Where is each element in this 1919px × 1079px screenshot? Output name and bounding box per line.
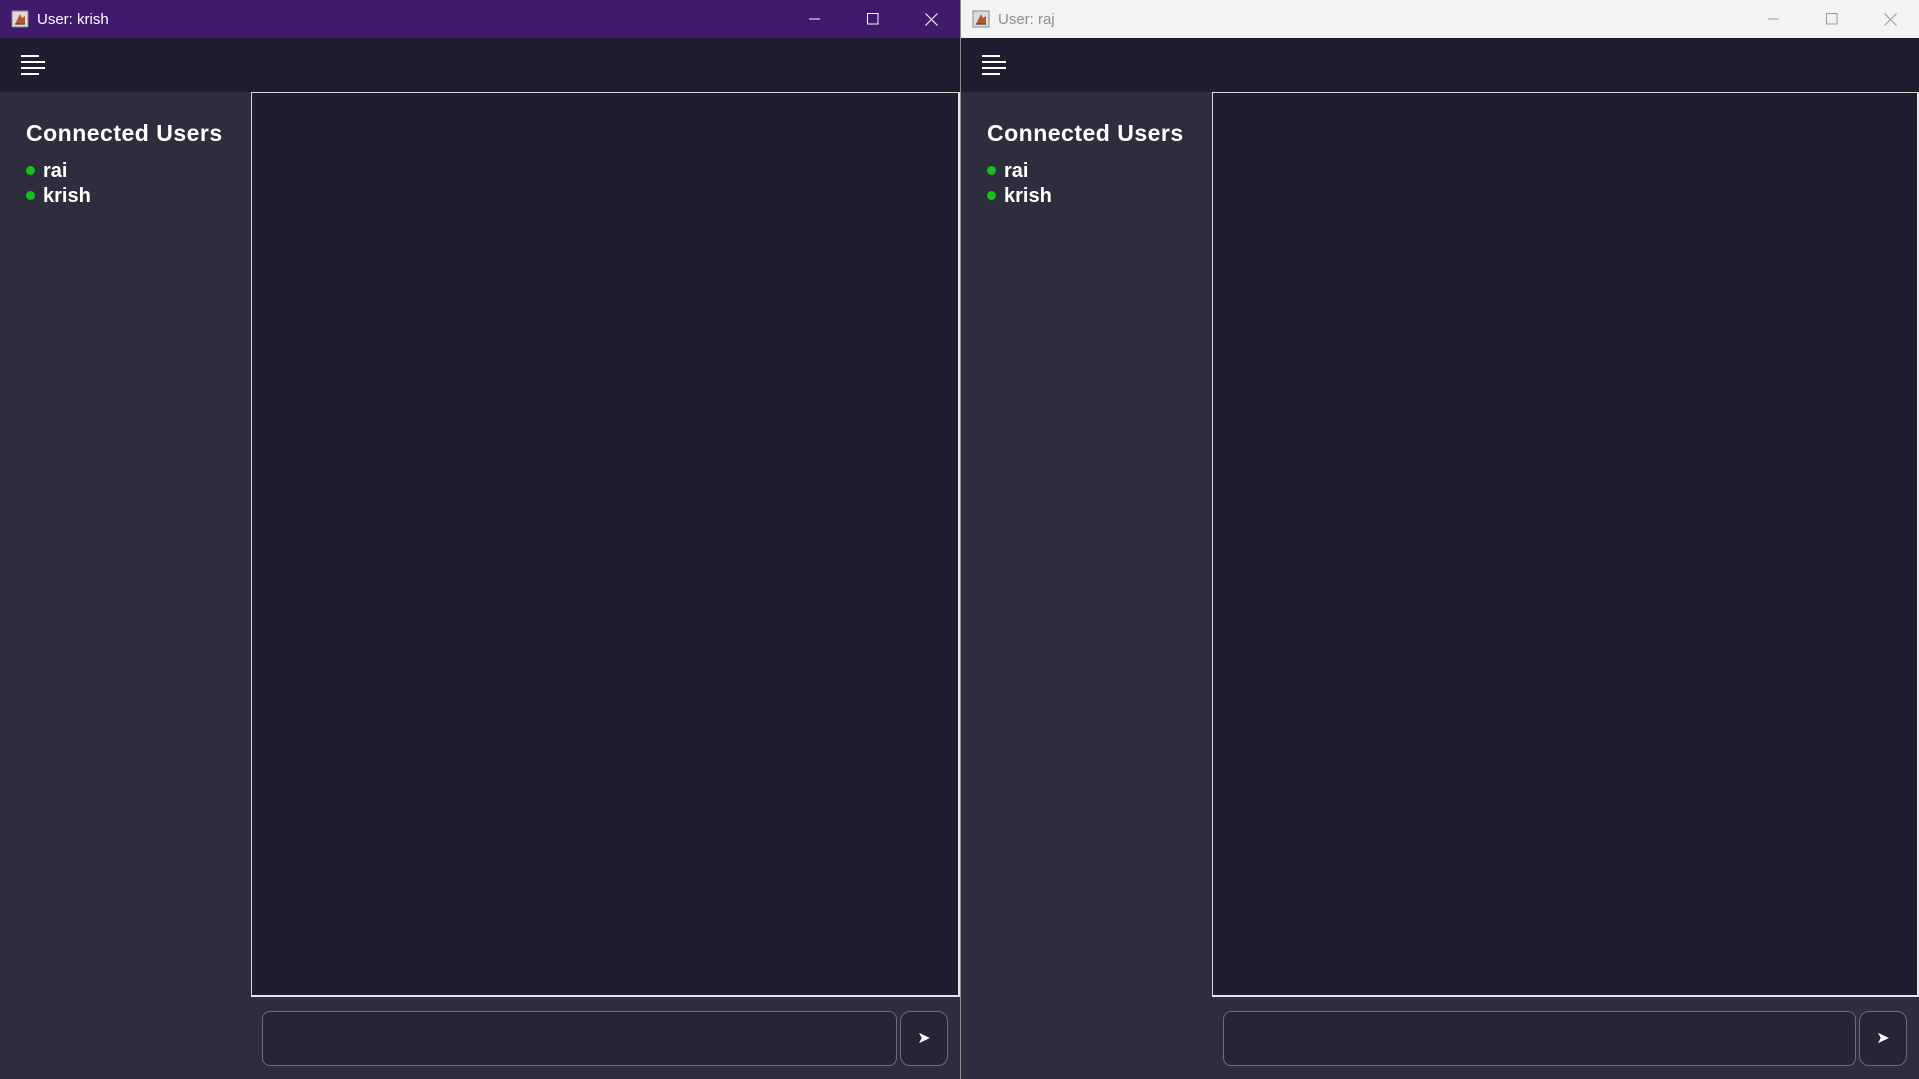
connected-users-sidebar: Connected Users rai krish	[961, 92, 1212, 1079]
java-app-icon	[970, 9, 991, 30]
send-button[interactable]: ➤	[900, 1010, 948, 1066]
online-status-icon	[26, 165, 35, 175]
hamburger-menu-button[interactable]	[981, 54, 1007, 76]
title-bar[interactable]: User: krish	[0, 0, 960, 38]
top-bar	[961, 38, 1919, 92]
send-arrow-icon: ➤	[917, 1030, 931, 1047]
send-button[interactable]: ➤	[1859, 1010, 1907, 1066]
window-title: User: krish	[37, 10, 109, 28]
hamburger-menu-icon	[21, 55, 45, 75]
message-input[interactable]	[1223, 1010, 1856, 1066]
maximize-icon	[1826, 13, 1838, 25]
close-icon	[1883, 12, 1897, 26]
maximize-button[interactable]	[1803, 0, 1861, 38]
user-name: krish	[1004, 185, 1052, 207]
hamburger-menu-icon	[982, 55, 1006, 75]
user-name: rai	[43, 160, 68, 182]
title-bar[interactable]: User: raj	[961, 0, 1919, 38]
hamburger-menu-button[interactable]	[20, 54, 46, 76]
message-input-bar: ➤	[1212, 997, 1919, 1079]
sidebar-title: Connected Users	[987, 120, 1184, 146]
user-list-item[interactable]: krish	[987, 184, 1212, 209]
user-list-item[interactable]: rai	[26, 159, 251, 184]
app-body: Connected Users rai krish ➤	[0, 38, 960, 1079]
send-arrow-icon: ➤	[1876, 1030, 1890, 1047]
maximize-icon	[867, 13, 879, 25]
message-area[interactable]	[1212, 92, 1919, 997]
message-area[interactable]	[251, 92, 960, 997]
connected-users-sidebar: Connected Users rai krish	[0, 92, 251, 1079]
user-list-item[interactable]: rai	[987, 159, 1212, 184]
chat-main: ➤	[251, 92, 960, 1079]
close-button[interactable]	[1861, 0, 1919, 38]
java-app-icon	[9, 9, 30, 30]
message-input-bar: ➤	[251, 997, 960, 1079]
close-icon	[924, 12, 938, 26]
desktop: User: krish Connected Users rai krish ➤ …	[0, 0, 1919, 1079]
user-name: krish	[43, 185, 91, 207]
chat-main: ➤	[1212, 92, 1919, 1079]
close-button[interactable]	[902, 0, 960, 38]
online-status-icon	[987, 165, 996, 175]
message-input[interactable]	[262, 1010, 897, 1066]
minimize-button[interactable]	[786, 0, 844, 38]
window-title: User: raj	[998, 10, 1055, 28]
minimize-icon	[1768, 18, 1779, 20]
online-status-icon	[26, 190, 35, 200]
user-list-item[interactable]: krish	[26, 184, 251, 209]
minimize-icon	[809, 18, 820, 20]
minimize-button[interactable]	[1745, 0, 1803, 38]
app-body: Connected Users rai krish ➤	[961, 38, 1919, 1079]
top-bar	[0, 38, 960, 92]
maximize-button[interactable]	[844, 0, 902, 38]
chat-window-krish: User: krish Connected Users rai krish ➤	[0, 0, 960, 1079]
chat-window-raj: User: raj Connected Users rai krish ➤	[960, 0, 1919, 1079]
user-name: rai	[1004, 160, 1029, 182]
online-status-icon	[987, 190, 996, 200]
sidebar-title: Connected Users	[26, 120, 223, 146]
